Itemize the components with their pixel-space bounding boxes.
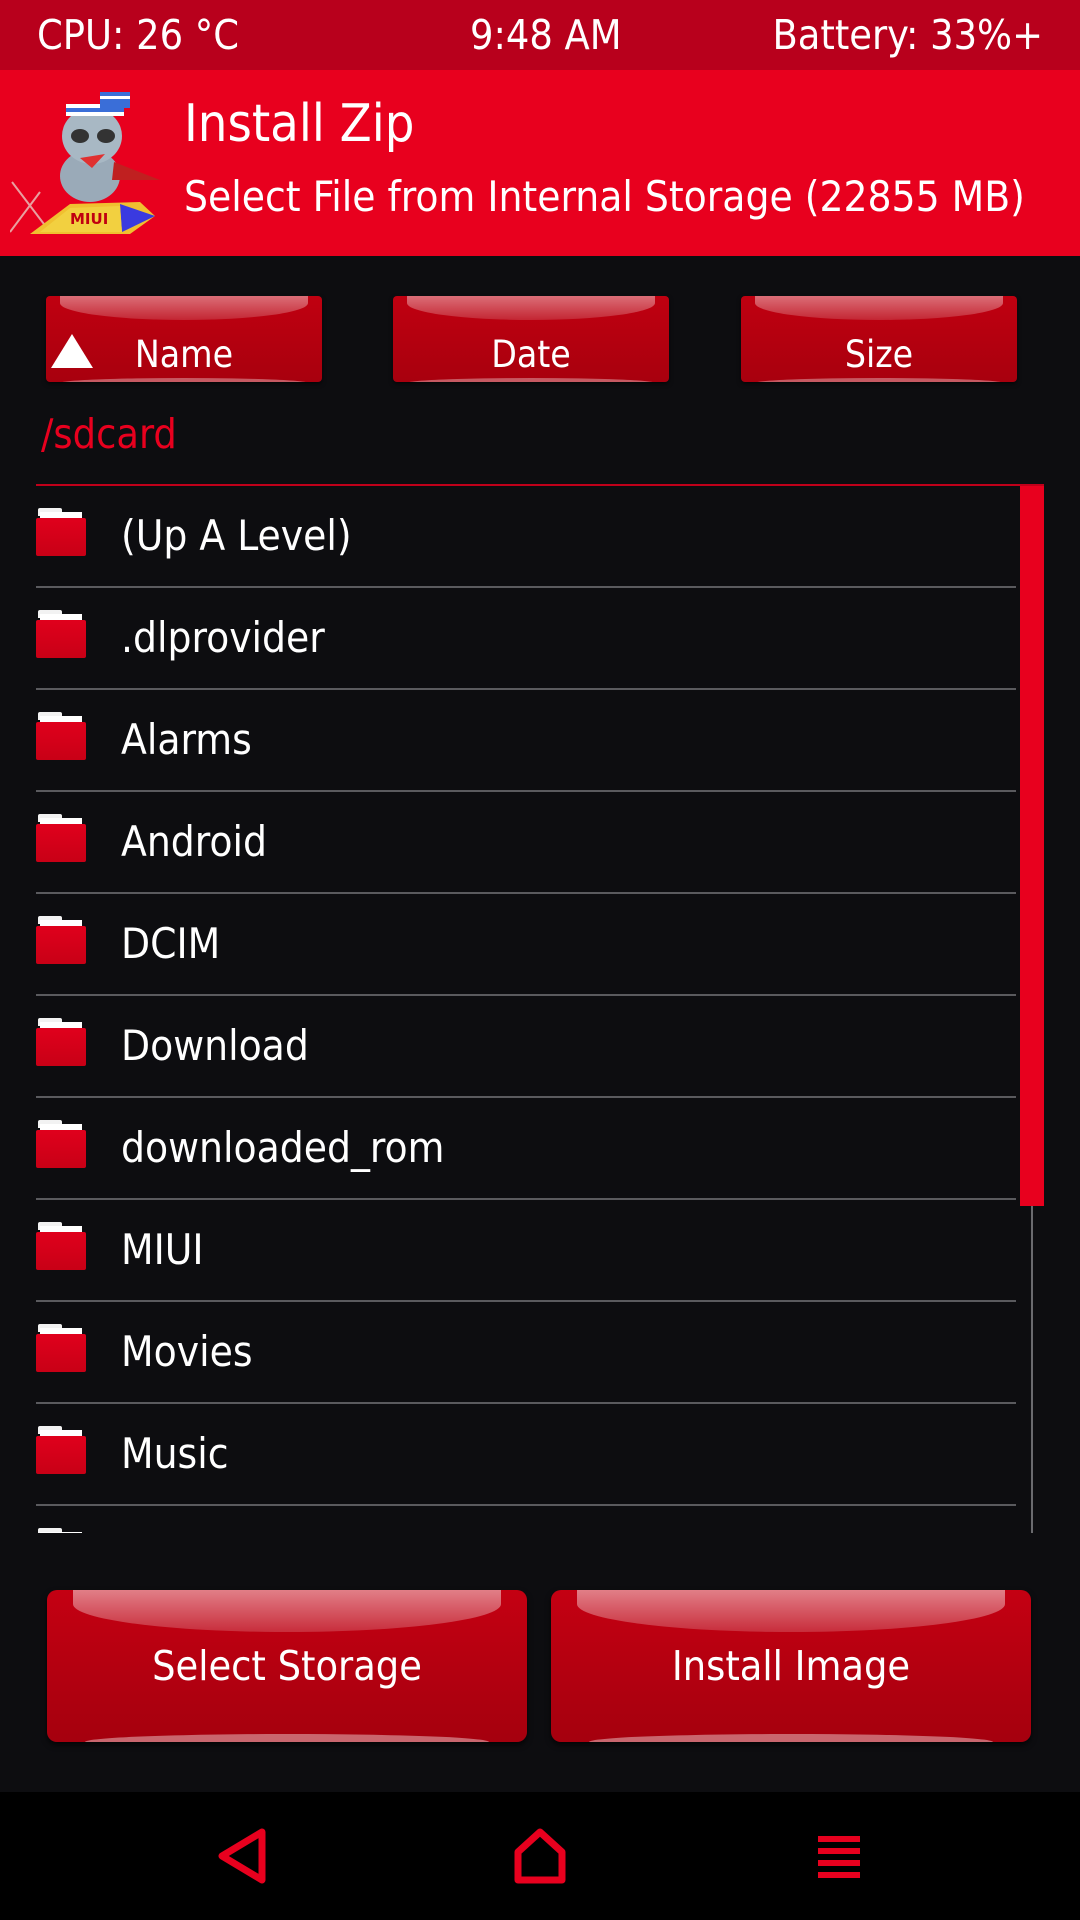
cpu-temperature: CPU: 26 °C bbox=[37, 11, 239, 59]
sort-date-label: Date bbox=[491, 333, 571, 376]
select-storage-label: Select Storage bbox=[152, 1642, 422, 1690]
file-name: .dlprovider bbox=[121, 613, 325, 662]
list-item[interactable]: Movies bbox=[36, 1302, 1016, 1404]
sort-by-name-button[interactable]: Name bbox=[46, 296, 322, 382]
status-bar: CPU: 26 °C 9:48 AM Battery: 33%+ bbox=[0, 0, 1080, 70]
list-item[interactable]: Music bbox=[36, 1404, 1016, 1506]
file-list[interactable]: (Up A Level) .dlprovider Alarms Android … bbox=[36, 486, 1020, 1533]
menu-icon[interactable] bbox=[812, 1826, 868, 1886]
file-name: Alarms bbox=[121, 715, 252, 764]
file-name: downloaded_rom bbox=[121, 1123, 445, 1172]
install-image-label: Install Image bbox=[671, 1642, 911, 1690]
list-item[interactable]: Android bbox=[36, 792, 1016, 894]
home-icon[interactable] bbox=[512, 1826, 568, 1886]
sort-by-size-button[interactable]: Size bbox=[741, 296, 1017, 382]
folder-icon bbox=[36, 1120, 86, 1168]
file-name: Music bbox=[121, 1429, 229, 1478]
file-name: (Up A Level) bbox=[121, 511, 352, 560]
file-name: Android bbox=[121, 817, 267, 866]
folder-icon bbox=[36, 1018, 86, 1066]
list-item[interactable]: DCIM bbox=[36, 894, 1016, 996]
folder-icon bbox=[36, 916, 86, 964]
folder-icon bbox=[36, 1324, 86, 1372]
list-item[interactable]: (Up A Level) bbox=[36, 486, 1016, 588]
current-path: /sdcard bbox=[41, 410, 177, 458]
install-image-button[interactable]: Install Image bbox=[551, 1590, 1031, 1742]
list-item[interactable]: MIUI bbox=[36, 1200, 1016, 1302]
list-item[interactable]: Alarms bbox=[36, 690, 1016, 792]
select-storage-button[interactable]: Select Storage bbox=[47, 1590, 527, 1742]
list-item[interactable]: .dlprovider bbox=[36, 588, 1016, 690]
battery-status: Battery: 33%+ bbox=[772, 11, 1043, 59]
file-name: MIUI bbox=[121, 1225, 204, 1274]
page-subtitle: Select File from Internal Storage (22855… bbox=[184, 172, 1025, 221]
list-item[interactable] bbox=[36, 1506, 1016, 1533]
list-item[interactable]: downloaded_rom bbox=[36, 1098, 1016, 1200]
folder-icon bbox=[36, 508, 86, 556]
miui-rocket-mascot-icon: MIUI bbox=[10, 92, 160, 234]
svg-text:MIUI: MIUI bbox=[70, 210, 108, 228]
sort-by-date-button[interactable]: Date bbox=[393, 296, 669, 382]
folder-icon bbox=[36, 1222, 86, 1270]
clock: 9:48 AM bbox=[470, 11, 622, 59]
page-header: MIUI Install Zip Select File from Intern… bbox=[0, 70, 1080, 256]
folder-icon bbox=[36, 712, 86, 760]
list-item[interactable]: Download bbox=[36, 996, 1016, 1098]
sort-size-label: Size bbox=[844, 333, 914, 376]
back-triangle-icon[interactable] bbox=[214, 1826, 270, 1886]
page-title: Install Zip bbox=[184, 94, 415, 154]
file-name: DCIM bbox=[121, 919, 221, 968]
folder-icon bbox=[36, 610, 86, 658]
folder-icon bbox=[36, 1528, 86, 1533]
file-name: Download bbox=[121, 1021, 309, 1070]
sort-name-label: Name bbox=[134, 333, 234, 376]
folder-icon bbox=[36, 814, 86, 862]
folder-icon bbox=[36, 1426, 86, 1474]
file-name: Movies bbox=[121, 1327, 253, 1376]
scrollbar-thumb[interactable] bbox=[1020, 486, 1044, 1206]
navigation-bar bbox=[0, 1792, 1080, 1920]
